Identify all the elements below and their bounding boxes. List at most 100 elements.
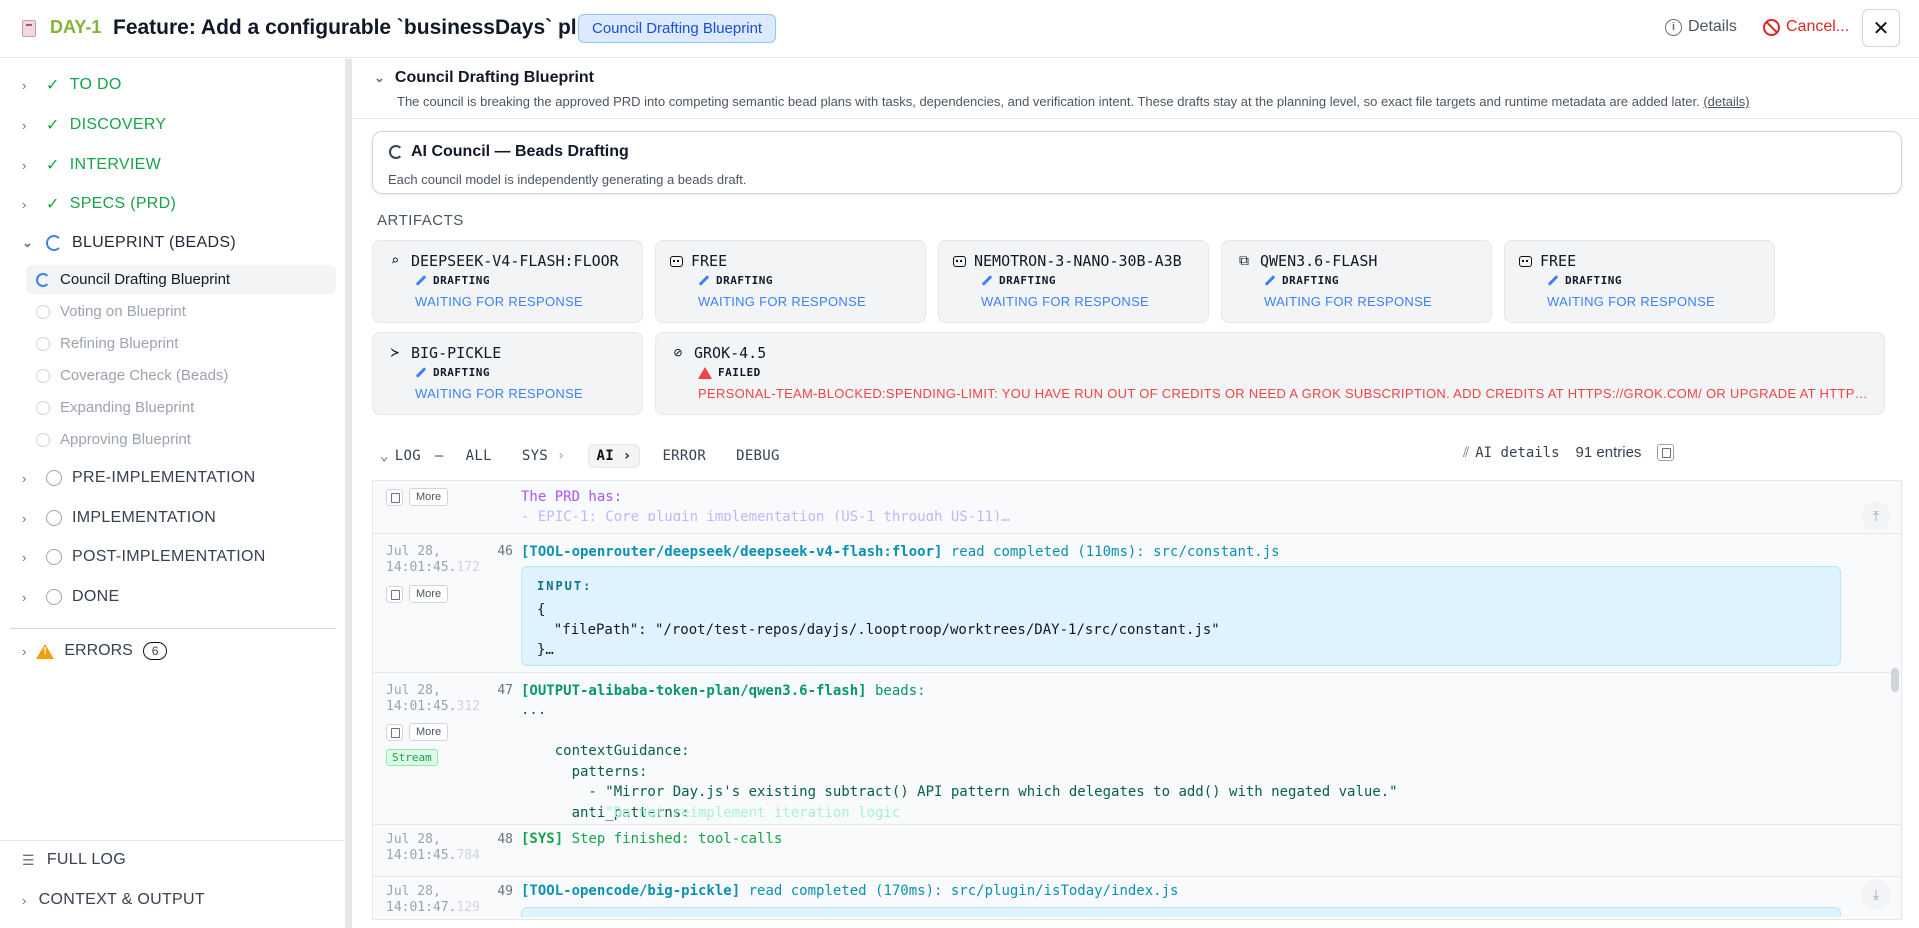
artifact-card[interactable]: ⌕ DEEPSEEK-V4-FLASH:FLOOR DRAFTING WAITIN…	[372, 240, 643, 323]
details-button[interactable]: i Details	[1665, 18, 1737, 36]
log-time: 14:01:45.	[386, 560, 457, 575]
sidebar-phase-discovery[interactable]: › ✓ DISCOVERY	[22, 115, 166, 135]
divider	[0, 840, 346, 841]
log-date: Jul 28,	[386, 683, 441, 698]
full-log-button[interactable]: ☰ FULL LOG	[22, 851, 126, 869]
chevron-down-icon: ⌄	[374, 70, 385, 85]
sidebar-phase-blueprint[interactable]: ⌄ BLUEPRINT (BEADS)	[22, 234, 236, 252]
chevron-down-icon[interactable]: ⌄	[380, 448, 389, 464]
log-tag: [SYS]	[521, 831, 564, 847]
log-ms: 312	[456, 699, 480, 714]
pencil-icon	[698, 275, 710, 286]
chevron-right-icon: ›	[22, 589, 27, 605]
log-text: read completed (170ms): src/plugin/isTod…	[740, 883, 1179, 899]
substep-label: Refining Blueprint	[60, 335, 179, 352]
errors-toggle[interactable]: › ERRORS 6	[22, 642, 168, 660]
errors-count-badge: 6	[142, 642, 168, 660]
check-icon: ✓	[46, 117, 60, 134]
tab-debug[interactable]: DEBUG	[728, 445, 788, 467]
header-bar: DAY-1 Feature: Add a configurable `busin…	[0, 0, 1919, 58]
details-link[interactable]: (details)	[1703, 94, 1749, 109]
log-label: LOG	[394, 448, 421, 464]
pending-circle-icon	[46, 549, 62, 565]
log-tag: [TOOL-opencode/big-pickle]	[521, 883, 741, 899]
sidebar-phase-post-implementation[interactable]: › POST-IMPLEMENTATION	[22, 548, 266, 566]
sidebar-phase-todo[interactable]: › ✓ TO DO	[22, 75, 122, 95]
ai-details-button[interactable]: ⫽ AI details	[1463, 445, 1560, 461]
section-title: Council Drafting Blueprint	[394, 69, 595, 86]
main-panel: ⌄ Council Drafting Blueprint The council…	[352, 59, 1919, 928]
scroll-bottom-icon[interactable]: ⤓	[1861, 879, 1891, 909]
more-button[interactable]: More	[409, 488, 449, 506]
substep-label: Approving Blueprint	[60, 431, 191, 448]
scroll-top-icon[interactable]: ⤒	[1861, 501, 1891, 531]
card-note: WAITING FOR RESPONSE	[981, 294, 1150, 309]
artifact-card-failed[interactable]: ⊘ GROK-4.5 FAILED PERSONAL-TEAM-BLOCKED:S…	[655, 332, 1885, 415]
cancel-button[interactable]: Cancel...	[1763, 18, 1849, 36]
log-date: Jul 28,	[386, 884, 441, 899]
close-button[interactable]: ✕	[1862, 9, 1900, 47]
sidebar-phase-done[interactable]: › DONE	[22, 588, 119, 606]
log-tag: [TOOL-openrouter/deepseek/deepseek-v4-fl…	[521, 544, 943, 560]
copy-icon[interactable]	[386, 488, 403, 506]
section-description: The council is breaking the approved PRD…	[397, 94, 1750, 109]
pending-circle-icon	[36, 400, 50, 415]
tab-label: AI	[596, 448, 614, 464]
pending-circle-icon	[46, 589, 62, 605]
output-code-fade: - "Do not reimplement iteration logic	[521, 805, 901, 821]
log-row: More The PRD has: - EPIC-1: Core plugin …	[373, 481, 1901, 534]
input-label: INPUT:	[537, 579, 593, 593]
status-badge: Council Drafting Blueprint	[578, 14, 777, 43]
artifact-card[interactable]: FREE DRAFTING WAITING FOR RESPONSE	[655, 240, 926, 323]
tab-error[interactable]: ERROR	[654, 445, 714, 467]
substep-council-drafting[interactable]: Council Drafting Blueprint	[26, 265, 336, 294]
cancel-label: Cancel...	[1786, 18, 1850, 35]
close-icon: ✕	[1872, 17, 1890, 40]
chevron-right-icon: ›	[22, 117, 27, 133]
errors-label: ERRORS	[64, 642, 133, 659]
substep-expanding[interactable]: Expanding Blueprint	[26, 393, 336, 422]
log-ms: 784	[456, 848, 480, 863]
artifact-card[interactable]: ⧉ QWEN3.6-FLASH DRAFTING WAITING FOR RESP…	[1221, 240, 1492, 323]
log-time: 14:01:45.	[386, 699, 457, 714]
substep-coverage[interactable]: Coverage Check (Beads)	[26, 361, 336, 390]
substep-voting[interactable]: Voting on Blueprint	[26, 297, 336, 326]
tab-all[interactable]: ALL	[458, 445, 500, 467]
copy-icon[interactable]	[386, 723, 403, 741]
more-button[interactable]: More	[409, 723, 449, 741]
pending-circle-icon	[36, 368, 50, 383]
details-label: Details	[1688, 18, 1737, 35]
warning-icon	[36, 643, 55, 659]
log-text: read completed (110ms): src/constant.js	[942, 544, 1280, 560]
sidebar-phase-implementation[interactable]: › IMPLEMENTATION	[22, 509, 216, 527]
chevron-right-icon: ›	[22, 470, 27, 486]
context-output-toggle[interactable]: › CONTEXT & OUTPUT	[22, 891, 205, 909]
scrollbar-thumb[interactable]	[1891, 668, 1899, 692]
sidebar-phase-interview[interactable]: › ✓ INTERVIEW	[22, 155, 161, 175]
more-button[interactable]: More	[409, 585, 449, 603]
log-time: 14:01:45.	[386, 848, 457, 863]
stream-badge: Stream	[386, 749, 438, 766]
artifact-card[interactable]: FREE DRAFTING WAITING FOR RESPONSE	[1504, 240, 1775, 323]
chart-icon: ⫽	[1463, 444, 1470, 461]
copy-icon[interactable]	[386, 585, 403, 603]
section-header[interactable]: ⌄ Council Drafting Blueprint	[374, 69, 594, 87]
log-row: Jul 28, 14:01:45.312 47 More Stream [OUTP…	[373, 673, 1901, 825]
log-list[interactable]: More The PRD has: - EPIC-1: Core plugin …	[372, 480, 1902, 920]
artifact-card[interactable]: NEMOTRON-3-NANO-30B-A3B DRAFTING WAITING…	[938, 240, 1209, 323]
substep-refining[interactable]: Refining Blueprint	[26, 329, 336, 358]
tab-sys[interactable]: SYS ›	[514, 445, 574, 467]
artifact-card[interactable]: ≻ BIG-PICKLE DRAFTING WAITING FOR RESPONS…	[372, 332, 643, 415]
tab-ai[interactable]: AI ›	[587, 444, 641, 468]
substep-approving[interactable]: Approving Blueprint	[26, 425, 336, 454]
log-message: The PRD has:	[521, 489, 623, 505]
sidebar-phase-specs[interactable]: › ✓ SPECS (PRD)	[22, 194, 176, 214]
check-icon: ✓	[46, 77, 60, 94]
card-note: WAITING FOR RESPONSE	[698, 294, 867, 309]
log-text: beads:	[866, 683, 926, 699]
sidebar-phase-pre-implementation[interactable]: › PRE-IMPLEMENTATION	[22, 469, 256, 487]
chevron-right-icon: ›	[22, 643, 27, 659]
copy-icon[interactable]	[1657, 444, 1675, 461]
card-note: WAITING FOR RESPONSE	[1264, 294, 1433, 309]
log-date: Jul 28,	[386, 832, 441, 847]
